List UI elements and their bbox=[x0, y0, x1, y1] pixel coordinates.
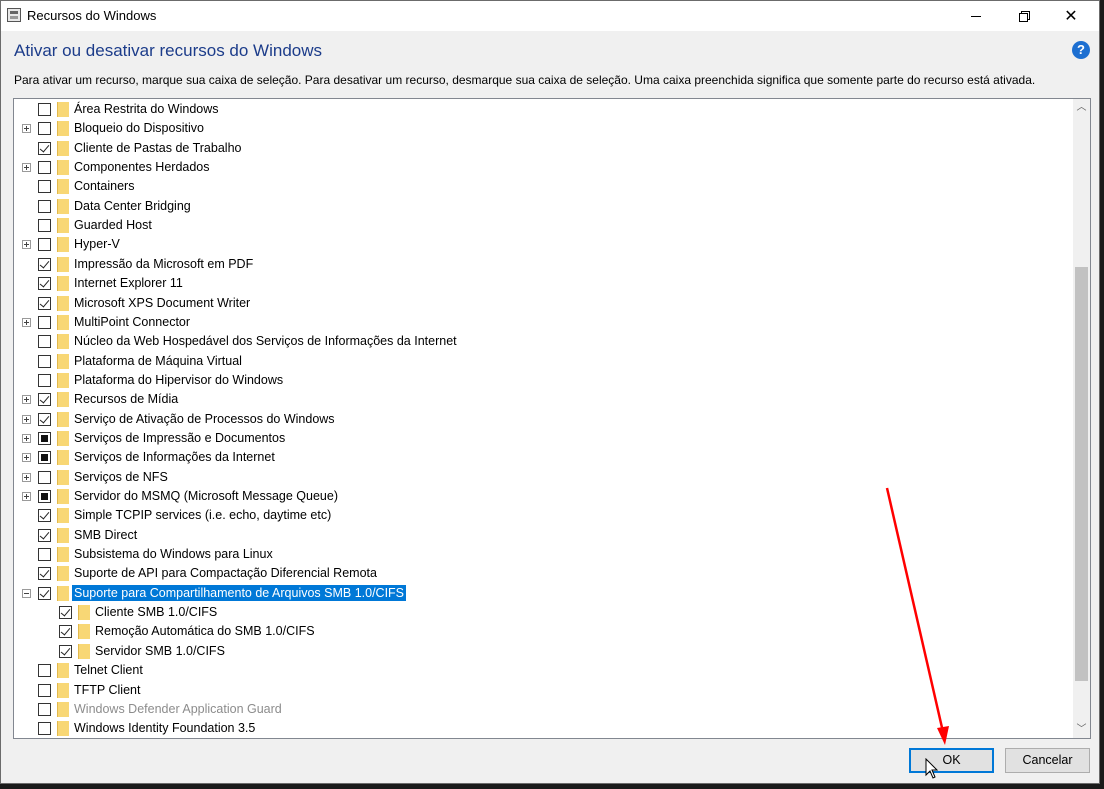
mouse-cursor-icon bbox=[925, 758, 939, 779]
annotation-arrow-icon bbox=[885, 487, 949, 745]
